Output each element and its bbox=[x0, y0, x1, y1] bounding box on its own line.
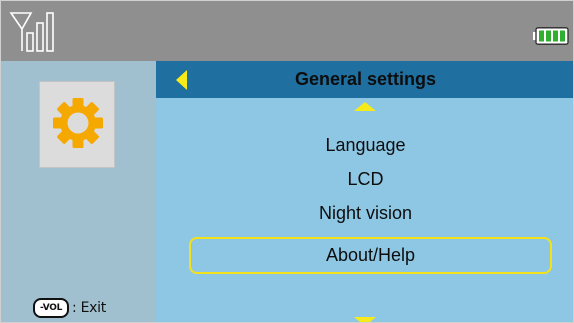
exit-label: : Exit bbox=[72, 300, 106, 316]
device-screen: -VOL : Exit General settings Language LC… bbox=[0, 0, 574, 323]
exit-hint: -VOL : Exit bbox=[33, 297, 106, 319]
battery-icon bbox=[533, 27, 569, 45]
scroll-up-icon[interactable] bbox=[354, 102, 376, 111]
page-title: General settings bbox=[294, 69, 437, 89]
menu-item-about-help[interactable]: About/Help bbox=[189, 237, 552, 274]
signal-icon bbox=[9, 12, 54, 52]
vol-minus-key-icon: -VOL bbox=[33, 298, 69, 318]
settings-panel: General settings Language LCD Night visi… bbox=[156, 61, 573, 322]
settings-category-tile bbox=[39, 81, 115, 168]
scroll-down-icon[interactable] bbox=[354, 317, 376, 322]
sidebar: -VOL : Exit bbox=[1, 61, 156, 322]
title-bar: General settings bbox=[156, 61, 573, 98]
status-bar bbox=[1, 1, 573, 61]
menu-item-lcd[interactable]: LCD bbox=[156, 165, 573, 193]
menu-item-language[interactable]: Language bbox=[156, 131, 573, 159]
gear-icon bbox=[53, 98, 103, 148]
menu-item-night-vision[interactable]: Night vision bbox=[156, 199, 573, 227]
